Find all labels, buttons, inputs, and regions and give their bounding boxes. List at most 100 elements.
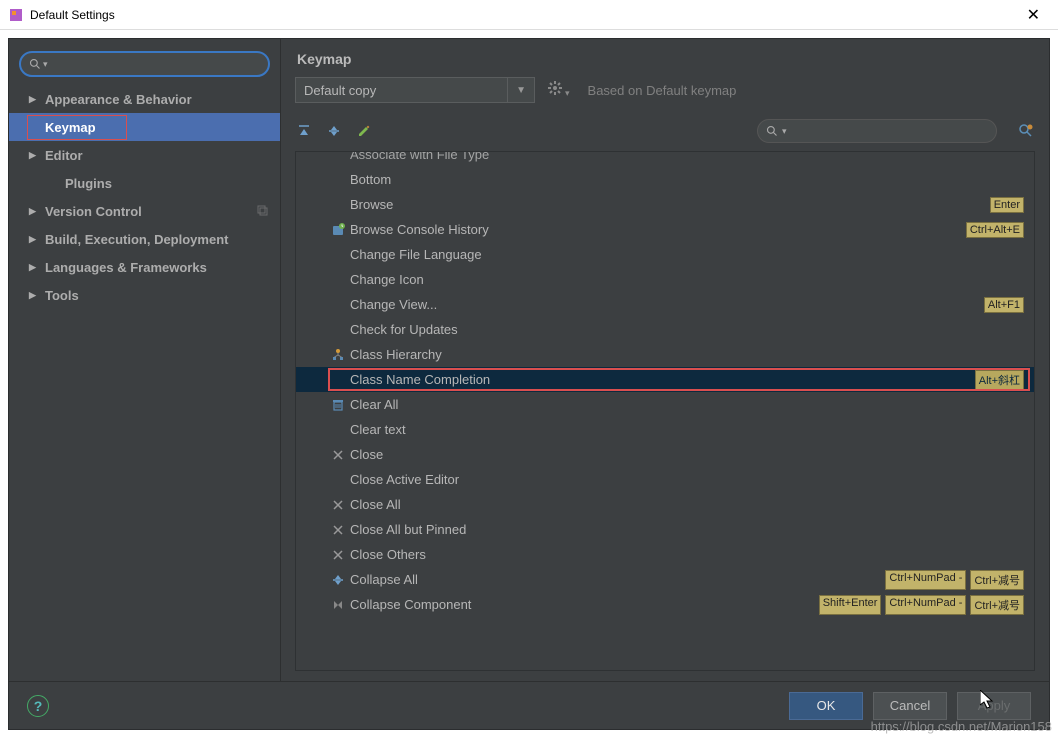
shortcut-badge: Ctrl+减号 [970,570,1024,590]
x-icon [330,497,346,513]
settings-search[interactable]: ▾ [19,51,270,77]
x-icon [330,447,346,463]
window-title: Default Settings [30,8,115,22]
shortcut-badge: Alt+斜杠 [975,370,1024,390]
sidebar-item-editor[interactable]: ▶ Editor [9,141,280,169]
action-row[interactable]: Associate with File Type [296,152,1034,167]
action-label: Collapse Component [350,597,471,612]
action-row[interactable]: Change View... Alt+F1 [296,292,1034,317]
blank-icon [330,472,346,488]
action-row[interactable]: Browse Console HistoryCtrl+Alt+E [296,217,1034,242]
action-label: Class Name Completion [350,372,490,387]
action-row[interactable]: Bottom [296,167,1034,192]
action-label: Bottom [350,172,391,187]
app-icon [8,7,24,23]
main-area: ▾ ▶Appearance & BehaviorKeymap▶EditorPlu… [9,39,1049,681]
action-row[interactable]: Class Name Completion Alt+斜杠 [296,367,1034,392]
x-icon [330,547,346,563]
window-close-button[interactable]: ✕ [1017,1,1050,29]
shortcut-group: Enter [990,197,1024,213]
shortcut-group: Alt+F1 [984,297,1024,313]
sidebar: ▾ ▶Appearance & Behavior Keymap ▶ Editor Plu… [9,39,281,681]
tree-arrow-icon: ▶ [29,290,39,301]
shortcut-group: Shift+EnterCtrl+NumPad -Ctrl+减号 [819,595,1024,615]
action-list-scroll[interactable]: Associate with File Type Bottom BrowseEnte… [296,152,1034,670]
help-button[interactable]: ? [27,695,49,717]
action-row[interactable]: Change Icon [296,267,1034,292]
keymap-select-value: Default copy [304,83,376,98]
action-label: Browse Console History [350,222,489,237]
shortcut-group: Alt+斜杠 [975,370,1024,390]
action-label: Clear text [350,422,406,437]
find-by-shortcut-button[interactable] [1017,122,1035,140]
sidebar-item-label: Editor [45,148,83,163]
settings-tree[interactable]: ▶Appearance & Behavior Keymap ▶ Editor Plugi… [9,85,280,681]
action-label: Change View... [350,297,437,312]
blank-icon [330,297,346,313]
sidebar-item-label: Plugins [65,176,112,191]
based-on-label: Based on Default keymap [588,83,737,98]
blank-icon [330,152,346,163]
apply-button[interactable]: Apply [957,692,1031,720]
action-row[interactable]: Class Hierarchy [296,342,1034,367]
sidebar-item-appearance-behavior[interactable]: ▶Appearance & Behavior [9,85,280,113]
action-label: Associate with File Type [350,152,489,162]
action-row[interactable]: Change File Language [296,242,1034,267]
action-label: Close All but Pinned [350,522,466,537]
sidebar-item-label: Tools [45,288,79,303]
trash-icon [330,397,346,413]
action-row[interactable]: Close Active Editor [296,467,1034,492]
keymap-toolbar: ▾ [281,113,1049,151]
sidebar-item-languages-frameworks[interactable]: ▶Languages & Frameworks [9,253,280,281]
tree-arrow-icon: ▶ [29,150,39,161]
shortcut-group: Ctrl+NumPad -Ctrl+减号 [885,570,1024,590]
sidebar-item-keymap[interactable]: Keymap [9,113,280,141]
action-row[interactable]: Clear All [296,392,1034,417]
action-row[interactable]: Close [296,442,1034,467]
sidebar-item-tools[interactable]: ▶ Tools [9,281,280,309]
action-row[interactable]: Collapse All Ctrl+NumPad -Ctrl+减号 [296,567,1034,592]
action-row[interactable]: Check for Updates [296,317,1034,342]
sidebar-item-plugins[interactable]: Plugins [9,169,280,197]
history-icon [330,222,346,238]
blank-icon [330,422,346,438]
settings-search-input[interactable] [52,57,260,71]
action-search[interactable]: ▾ [757,119,997,143]
sidebar-item-version-control[interactable]: ▶Version Control [9,197,280,225]
page-title: Keymap [281,39,1049,73]
cancel-button[interactable]: Cancel [873,692,947,720]
blank-icon [330,172,346,188]
action-row[interactable]: Collapse Component Shift+EnterCtrl+NumPad… [296,592,1034,617]
expand-all-button[interactable] [295,122,313,140]
action-row[interactable]: Close Others [296,542,1034,567]
edit-button[interactable] [355,122,373,140]
shortcut-badge: Ctrl+NumPad - [885,595,966,615]
blank-icon [330,272,346,288]
ok-button[interactable]: OK [789,692,863,720]
action-label: Close All [350,497,401,512]
collapse-all-button[interactable] [325,122,343,140]
action-row[interactable]: BrowseEnter [296,192,1034,217]
titlebar: Default Settings ✕ [0,0,1058,30]
action-label: Clear All [350,397,398,412]
action-label: Change File Language [350,247,482,262]
sidebar-item-build-execution-deployment[interactable]: ▶Build, Execution, Deployment [9,225,280,253]
keymap-select[interactable]: Default copy ▼ [295,77,535,103]
action-label: Close Others [350,547,426,562]
settings-frame: ▾ ▶Appearance & BehaviorKeymap▶EditorPlu… [8,38,1050,730]
action-search-input[interactable] [791,124,988,138]
action-row[interactable]: Close All [296,492,1034,517]
shortcut-badge: Shift+Enter [819,595,882,615]
sidebar-item-label: Keymap [45,120,96,135]
tree-arrow-icon: ▶ [29,234,39,245]
blank-icon [330,247,346,263]
blank-icon [330,372,346,388]
blank-icon [330,197,346,213]
action-label: Collapse All [350,572,418,587]
action-row[interactable]: Close All but Pinned [296,517,1034,542]
sidebar-item-label: Languages & Frameworks [45,260,207,275]
keymap-gear-button[interactable]: ▾ [543,80,574,101]
shortcut-badge: Enter [990,197,1024,213]
action-row[interactable]: Clear text [296,417,1034,442]
content-panel: Keymap Default copy ▼ ▾ Based on Default… [281,39,1049,681]
